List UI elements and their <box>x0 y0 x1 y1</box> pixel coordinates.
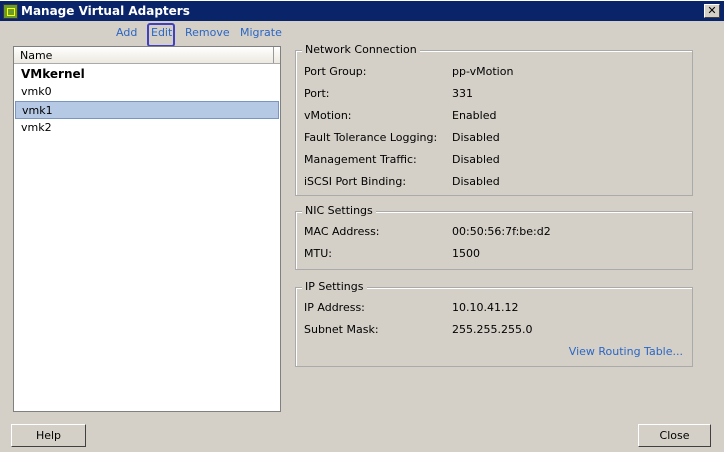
view-routing-table-link[interactable]: View Routing Table... <box>569 345 683 358</box>
vsphere-app-icon <box>3 4 18 19</box>
title-bar: Manage Virtual Adapters ✕ <box>0 0 724 21</box>
mac-label: MAC Address: <box>304 225 380 238</box>
help-button[interactable]: Help <box>11 424 86 447</box>
group-vmkernel: VMkernel <box>21 67 85 81</box>
add-link[interactable]: Add <box>116 26 137 39</box>
subnet-mask-value: 255.255.255.0 <box>452 323 533 336</box>
mgmt-traffic-label: Management Traffic: <box>304 153 417 166</box>
port-group-value: pp-vMotion <box>452 65 514 78</box>
group-title: NIC Settings <box>302 204 376 217</box>
window-title: Manage Virtual Adapters <box>21 4 190 18</box>
close-button[interactable]: Close <box>638 424 711 447</box>
port-value: 331 <box>452 87 473 100</box>
adapter-list[interactable]: Name VMkernel vmk0 vmk1 vmk2 <box>13 46 281 412</box>
close-window-button[interactable]: ✕ <box>704 4 720 18</box>
mgmt-traffic-value: Disabled <box>452 153 500 166</box>
ip-settings-group: IP Settings IP Address: 10.10.41.12 Subn… <box>295 280 693 367</box>
migrate-link[interactable]: Migrate <box>240 26 282 39</box>
vmotion-label: vMotion: <box>304 109 352 122</box>
list-item-vmk0[interactable]: vmk0 <box>15 83 279 101</box>
ip-address-value: 10.10.41.12 <box>452 301 519 314</box>
edit-link[interactable]: Edit <box>151 26 172 39</box>
vmotion-value: Enabled <box>452 109 497 122</box>
port-label: Port: <box>304 87 330 100</box>
list-item-vmk1[interactable]: vmk1 <box>15 101 279 119</box>
list-item-vmk2[interactable]: vmk2 <box>15 119 279 137</box>
ip-address-label: IP Address: <box>304 301 365 314</box>
name-column-header[interactable]: Name <box>14 47 280 64</box>
nic-settings-group: NIC Settings MAC Address: 00:50:56:7f:be… <box>295 204 693 270</box>
mtu-label: MTU: <box>304 247 332 260</box>
ft-logging-label: Fault Tolerance Logging: <box>304 131 438 144</box>
group-title: IP Settings <box>302 280 367 293</box>
ft-logging-value: Disabled <box>452 131 500 144</box>
iscsi-binding-value: Disabled <box>452 175 500 188</box>
iscsi-binding-label: iSCSI Port Binding: <box>304 175 407 188</box>
mac-value: 00:50:56:7f:be:d2 <box>452 225 551 238</box>
network-connection-group: Network Connection Port Group: pp-vMotio… <box>295 43 693 196</box>
subnet-mask-label: Subnet Mask: <box>304 323 379 336</box>
mtu-value: 1500 <box>452 247 480 260</box>
port-group-label: Port Group: <box>304 65 367 78</box>
remove-link[interactable]: Remove <box>185 26 230 39</box>
group-title: Network Connection <box>302 43 420 56</box>
